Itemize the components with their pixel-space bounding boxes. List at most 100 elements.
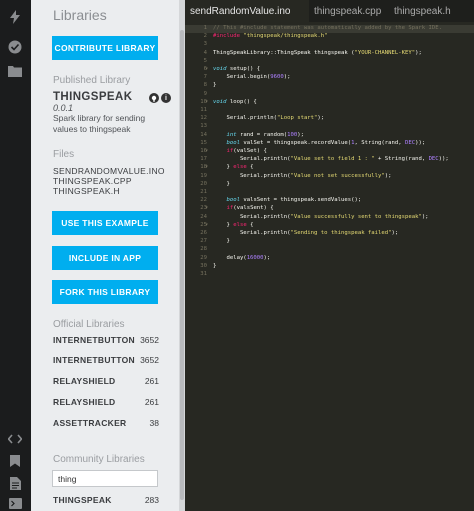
library-item-name: INTERNETBUTTON <box>53 355 135 365</box>
library-item-count: 3652 <box>140 355 159 365</box>
icon-rail <box>0 0 31 511</box>
file-link[interactable]: THINGSPEAK.CPP <box>53 176 132 186</box>
fold-arrow-icon[interactable]: ▾ <box>205 164 208 170</box>
line-number: 15 <box>200 139 207 146</box>
flash-icon[interactable] <box>6 8 24 26</box>
code-line[interactable]: Serial.println("Loop start"); <box>213 115 324 121</box>
code-line[interactable]: void loop() { <box>213 99 257 105</box>
code-line[interactable]: if(valSet) { <box>213 148 266 154</box>
line-number: 14 <box>200 131 207 138</box>
code-line[interactable]: } else { <box>213 222 253 228</box>
line-number: 17 <box>200 156 207 163</box>
fold-arrow-icon[interactable]: ▾ <box>205 99 208 105</box>
line-number: 7 <box>203 74 207 81</box>
list-item[interactable]: ASSETTRACKER 38 <box>53 418 159 430</box>
code-line[interactable]: Serial.println("Value not set successful… <box>213 173 392 179</box>
library-item-name: THINGSPEAK <box>53 495 112 505</box>
code-line[interactable]: } <box>213 238 229 244</box>
code-line[interactable]: bool valsSent = thingspeak.sendValues(); <box>213 197 361 203</box>
console-icon[interactable] <box>6 494 24 511</box>
github-icon[interactable] <box>149 93 159 103</box>
check-circle-icon[interactable] <box>6 38 24 56</box>
fork-this-library-button[interactable]: FORK THIS LIBRARY <box>52 280 158 304</box>
community-libraries-heading: Community Libraries <box>53 454 145 465</box>
contribute-library-button[interactable]: CONTRIBUTE LIBRARY <box>52 36 158 60</box>
list-item[interactable]: INTERNETBUTTON 3652 <box>53 335 159 347</box>
library-item-count: 261 <box>144 376 159 386</box>
list-item[interactable]: INTERNETBUTTON 3652 <box>53 355 159 367</box>
library-item-count: 283 <box>144 495 159 505</box>
list-item[interactable]: RELAYSHIELD 261 <box>53 376 159 388</box>
scrollbar-thumb[interactable] <box>180 30 184 500</box>
line-number: 30 <box>200 262 207 269</box>
library-search-input[interactable] <box>52 470 158 487</box>
info-icon[interactable]: i <box>161 93 171 103</box>
library-item-name: RELAYSHIELD <box>53 376 116 386</box>
list-item[interactable]: THINGSPEAK 283 <box>53 495 159 507</box>
library-item-name: ASSETTRACKER <box>53 418 127 428</box>
files-heading: Files <box>53 149 75 160</box>
file-link[interactable]: THINGSPEAK.H <box>53 186 120 196</box>
line-number: 27 <box>200 238 207 245</box>
line-number: 28 <box>200 246 207 253</box>
fold-arrow-icon[interactable]: ▾ <box>205 205 208 211</box>
code-line[interactable]: } else { <box>213 164 253 170</box>
code-line[interactable]: Serial.println("Value successfully sent … <box>213 214 429 220</box>
tab-thingspeak-h[interactable]: thingspeak.h <box>389 0 474 22</box>
code-line[interactable]: Serial.begin(9600); <box>213 74 290 80</box>
code-line[interactable]: delay(16000); <box>213 255 270 261</box>
line-number: 11 <box>200 107 207 113</box>
tab-thingspeak-cpp[interactable]: thingspeak.cpp <box>309 0 389 22</box>
panel-title: Libraries <box>53 7 107 23</box>
line-number: 9 <box>203 90 207 97</box>
fold-arrow-icon[interactable]: ▾ <box>205 222 208 228</box>
line-number: 29 <box>200 254 207 261</box>
code-line[interactable]: } <box>213 181 229 187</box>
line-number: 19 <box>200 172 207 179</box>
line-number-gutter: 1 2 3 4 5 6 ▾ 7 8 9 10 ▾ 11 12 13 14 15 16 ▾ 17 18 ▾ 19 20 21 22 2… <box>185 22 211 511</box>
code-line[interactable]: #include "thingspeak/thingspeak.h" <box>213 33 328 39</box>
code-line[interactable]: } <box>213 263 216 269</box>
code-line[interactable]: ThingSpeakLibrary::ThingSpeak thingspeak… <box>213 50 422 56</box>
library-name: THINGSPEAK <box>53 91 133 103</box>
library-item-name: RELAYSHIELD <box>53 397 116 407</box>
official-libraries-heading: Official Libraries <box>53 319 125 330</box>
fold-arrow-icon[interactable]: ▾ <box>205 66 208 72</box>
library-item-name: INTERNETBUTTON <box>53 335 135 345</box>
library-item-count: 3652 <box>140 335 159 345</box>
line-number: 22 <box>200 197 207 204</box>
file-icon[interactable] <box>6 474 24 492</box>
code-line[interactable]: // This #include statement was automatic… <box>213 25 442 31</box>
line-number: 21 <box>200 189 207 195</box>
line-number: 5 <box>203 57 207 64</box>
file-link[interactable]: SENDRANDOMVALUE.INO <box>53 166 165 176</box>
line-number: 4 <box>203 49 207 56</box>
line-number: 1 <box>203 25 207 31</box>
folder-icon[interactable] <box>6 62 24 80</box>
line-number: 13 <box>200 123 207 130</box>
library-item-count: 261 <box>144 397 159 407</box>
code-editor[interactable]: 1 2 3 4 5 6 ▾ 7 8 9 10 ▾ 11 12 13 14 15 16 ▾ 17 18 ▾ 19 20 21 22 2… <box>185 22 474 511</box>
code-line[interactable]: int rand = random(100); <box>213 132 304 138</box>
bookmark-icon[interactable] <box>6 452 24 470</box>
code-line[interactable]: } <box>213 82 216 88</box>
code-line[interactable]: bool valSet = thingspeak.recordValue(1, … <box>213 140 425 146</box>
code-line[interactable]: void setup() { <box>213 66 260 72</box>
library-description: Spark library for sending values to thin… <box>53 113 146 134</box>
line-number: 20 <box>200 180 207 187</box>
code-line[interactable]: if(valsSent) { <box>213 205 273 211</box>
code-line[interactable]: Serial.println("Value set to field 1 : "… <box>213 156 449 162</box>
fold-arrow-icon[interactable]: ▾ <box>205 148 208 154</box>
code-icon[interactable] <box>6 430 24 448</box>
line-number: 3 <box>203 41 207 48</box>
tab-sendrandomvalue[interactable]: sendRandomValue.ino <box>185 0 309 22</box>
editor-tabs: sendRandomValue.ino thingspeak.cpp thing… <box>185 0 474 22</box>
use-this-example-button[interactable]: USE THIS EXAMPLE <box>52 211 158 235</box>
include-in-app-button[interactable]: INCLUDE IN APP <box>52 246 158 270</box>
list-item[interactable]: RELAYSHIELD 261 <box>53 397 159 409</box>
line-number: 2 <box>203 33 207 40</box>
line-number: 12 <box>200 115 207 122</box>
line-number: 24 <box>200 213 207 220</box>
code-line[interactable]: Serial.println("Sending to thingspeak fa… <box>213 230 398 236</box>
line-number: 8 <box>203 82 207 89</box>
